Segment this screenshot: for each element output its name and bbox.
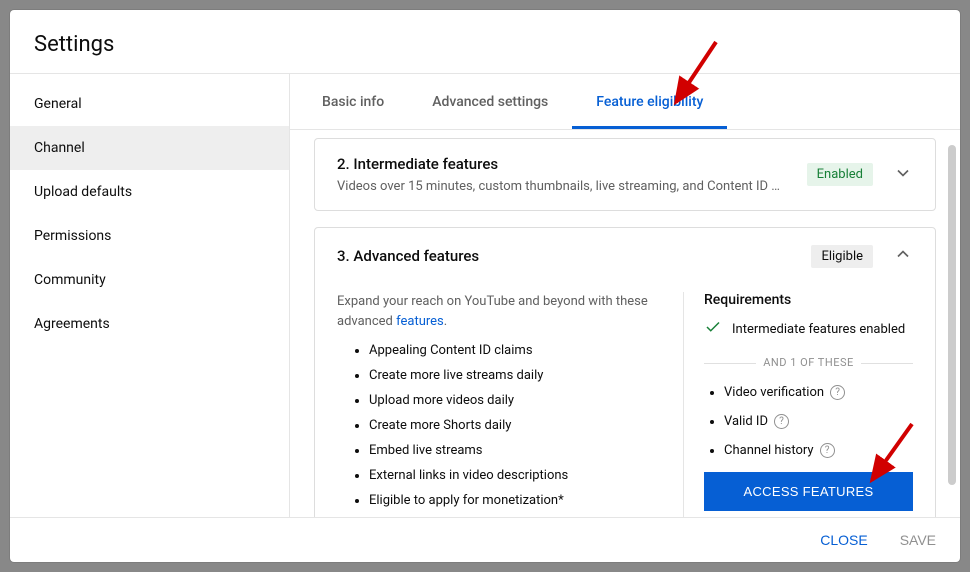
card-head: 2. Intermediate features Videos over 15 … xyxy=(337,155,913,194)
tab-feature-eligibility[interactable]: Feature eligibility xyxy=(572,74,727,129)
close-button[interactable]: CLOSE xyxy=(816,528,871,552)
tab-advanced-settings[interactable]: Advanced settings xyxy=(408,74,572,129)
enabled-badge: Enabled xyxy=(807,163,873,186)
check-icon xyxy=(704,318,722,340)
sidebar-item-community[interactable]: Community xyxy=(10,258,289,302)
list-item: Upload more videos daily xyxy=(369,393,655,408)
list-item: Channel history? xyxy=(724,443,913,458)
card-head[interactable]: 3. Advanced features Eligible xyxy=(337,244,913,268)
requirements-title: Requirements xyxy=(704,292,913,308)
list-item: Create more Shorts daily xyxy=(369,418,655,433)
help-icon[interactable]: ? xyxy=(830,385,845,400)
intermediate-desc: Videos over 15 minutes, custom thumbnail… xyxy=(337,179,780,194)
list-item: Valid ID? xyxy=(724,414,913,429)
list-item: External links in video descriptions xyxy=(369,468,655,483)
settings-modal: Settings General Channel Upload defaults… xyxy=(10,10,960,562)
eligible-badge: Eligible xyxy=(811,245,873,268)
list-item: Embed live streams xyxy=(369,443,655,458)
access-features-button[interactable]: ACCESS FEATURES xyxy=(704,472,913,511)
sidebar-item-channel[interactable]: Channel xyxy=(10,126,289,170)
modal-footer: CLOSE SAVE xyxy=(10,517,960,562)
list-item: Video verification? xyxy=(724,385,913,400)
list-item: Appealing Content ID claims xyxy=(369,343,655,358)
tabs: Basic info Advanced settings Feature eli… xyxy=(290,74,960,130)
modal-body: General Channel Upload defaults Permissi… xyxy=(10,73,960,517)
requirements-column: Requirements Intermediate features enabl… xyxy=(683,292,913,517)
chevron-up-icon[interactable] xyxy=(893,244,913,268)
advanced-title: 3. Advanced features xyxy=(337,247,479,265)
help-icon[interactable]: ? xyxy=(774,414,789,429)
intermediate-features-card[interactable]: 2. Intermediate features Videos over 15 … xyxy=(314,138,936,211)
tab-basic-info[interactable]: Basic info xyxy=(298,74,408,129)
lead-text: Expand your reach on YouTube and beyond … xyxy=(337,292,655,331)
sidebar-item-upload-defaults[interactable]: Upload defaults xyxy=(10,170,289,214)
features-column: Expand your reach on YouTube and beyond … xyxy=(337,292,655,517)
list-item: Create more live streams daily xyxy=(369,368,655,383)
feature-list: Appealing Content ID claims Create more … xyxy=(337,343,655,508)
intermediate-title: 2. Intermediate features xyxy=(337,155,780,173)
modal-header: Settings xyxy=(10,10,960,73)
save-button[interactable]: SAVE xyxy=(896,528,940,552)
help-icon[interactable]: ? xyxy=(820,443,835,458)
main-panel: Basic info Advanced settings Feature eli… xyxy=(290,74,960,517)
card-body: Expand your reach on YouTube and beyond … xyxy=(337,292,913,517)
sidebar-item-general[interactable]: General xyxy=(10,82,289,126)
advanced-features-card: 3. Advanced features Eligible Expand you… xyxy=(314,227,936,517)
content-area[interactable]: 2. Intermediate features Videos over 15 … xyxy=(290,130,960,517)
features-link[interactable]: features xyxy=(396,314,444,329)
list-item: Eligible to apply for monetization* xyxy=(369,493,655,508)
sidebar: General Channel Upload defaults Permissi… xyxy=(10,74,290,517)
sidebar-item-agreements[interactable]: Agreements xyxy=(10,302,289,346)
modal-title: Settings xyxy=(34,32,936,57)
requirement-met: Intermediate features enabled xyxy=(704,318,913,340)
sidebar-item-permissions[interactable]: Permissions xyxy=(10,214,289,258)
divider-label: AND 1 OF THESE xyxy=(704,356,913,369)
requirements-list: Video verification? Valid ID? Channel hi… xyxy=(704,385,913,458)
chevron-down-icon[interactable] xyxy=(893,163,913,187)
